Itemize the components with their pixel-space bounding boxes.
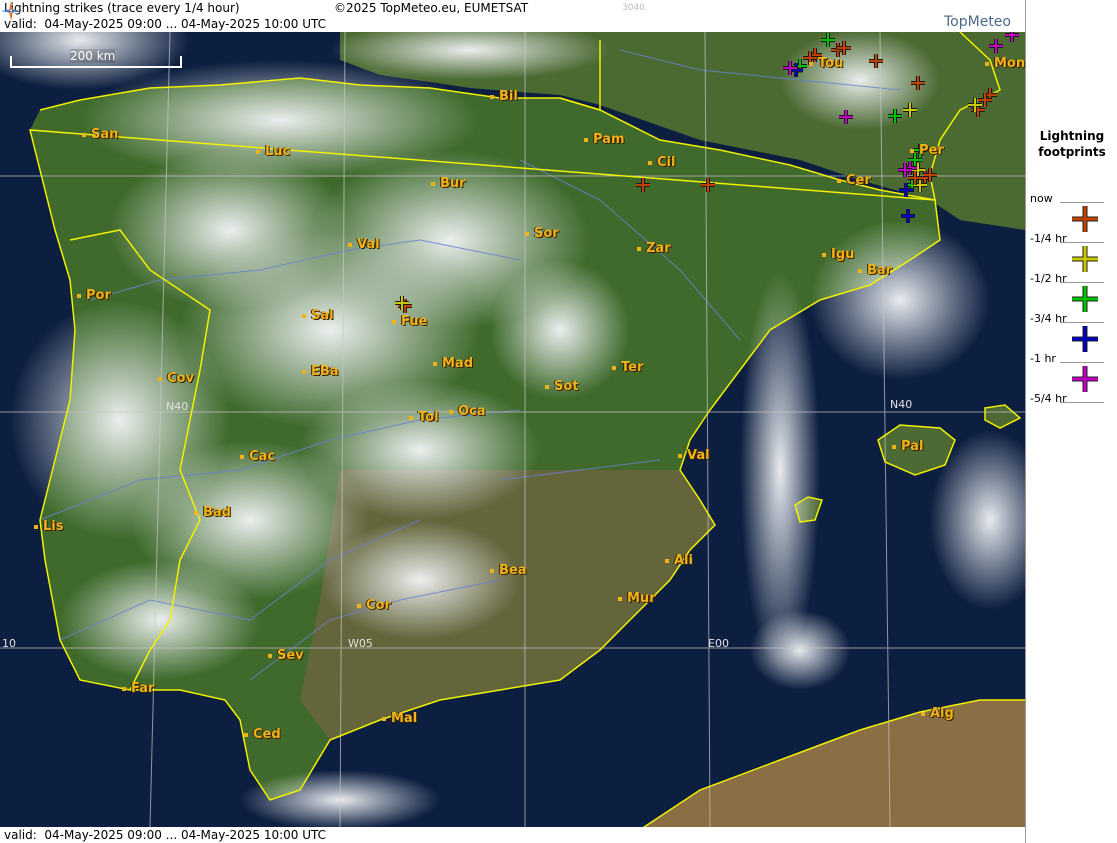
legend-row: -1/2 hr: [1026, 272, 1117, 312]
footer-bar: valid: 04-May-2025 09:00 ... 04-May-2025…: [0, 827, 1025, 843]
city-label: Pam: [584, 132, 625, 147]
city-label: Val: [348, 237, 380, 252]
legend-label: -1/4 hr: [1030, 232, 1067, 245]
city-label: Zar: [637, 241, 671, 256]
scale-bar: 200 km: [10, 49, 182, 68]
header-copyright: ©2025 TopMeteo.eu, EUMETSAT: [334, 1, 529, 15]
city-label: Bil: [490, 89, 518, 104]
legend-title-line1: Lightning: [1039, 129, 1105, 143]
legend-row: -1 hr: [1026, 352, 1117, 392]
city-label: Mur: [618, 591, 656, 606]
legend-row: -1/4 hr: [1026, 232, 1117, 272]
legend-cross-icon: [1072, 366, 1098, 392]
city-label: Oca: [449, 404, 486, 419]
legend-panel: Lightning footprints now -1/4 hr -1/2 hr -3…: [1025, 0, 1117, 843]
grid-label: N40: [166, 400, 189, 413]
legend-row: -3/4 hr: [1026, 312, 1117, 352]
legend-divider: [1060, 402, 1104, 403]
legend-label: now: [1030, 192, 1053, 205]
map-graphic: [0, 0, 1025, 843]
city-label: Mad: [433, 356, 473, 371]
brand-logo[interactable]: TopMeteo: [944, 14, 1011, 30]
city-label: Fue: [392, 314, 427, 329]
city-label: Mal: [382, 711, 417, 726]
city-label: Ali: [665, 553, 693, 568]
legend-title: Lightning footprints: [1026, 128, 1117, 160]
grid-label: 10: [2, 637, 16, 650]
city-label: Alg: [921, 706, 954, 721]
city-label: Mon: [985, 56, 1025, 71]
grid-label: N40: [890, 398, 913, 411]
city-label: Val: [678, 448, 710, 463]
legend-title-line2: footprints: [1038, 145, 1106, 159]
city-label: Ter: [612, 360, 643, 375]
city-label: Cil: [648, 155, 675, 170]
city-label: San: [82, 127, 118, 142]
city-label: Cor: [357, 598, 391, 613]
city-label: Tol: [409, 410, 439, 425]
legend-divider: [1060, 242, 1104, 243]
city-label: Far: [122, 681, 154, 696]
city-label: Bea: [490, 563, 527, 578]
legend-cross-icon: [1072, 206, 1098, 232]
legend-label: -3/4 hr: [1030, 312, 1067, 325]
city-label: EBa: [302, 364, 339, 379]
satellite-map: Lightning strikes (trace every 1/4 hour)…: [0, 0, 1025, 843]
legend-divider: [1060, 362, 1104, 363]
legend-cross-icon: [1072, 286, 1098, 312]
city-label: Lis: [34, 519, 63, 534]
legend-label: -1 hr: [1030, 352, 1056, 365]
legend-cross-icon: [1072, 326, 1098, 352]
city-label: Por: [77, 288, 111, 303]
city-label: Bar: [858, 263, 892, 278]
city-label: Luc: [256, 144, 290, 159]
city-label: Bad: [194, 505, 231, 520]
city-label: Sev: [268, 648, 304, 663]
city-label: Per: [910, 143, 944, 158]
city-label: Bur: [431, 176, 466, 191]
legend-divider: [1060, 202, 1104, 203]
valid-bar: valid: 04-May-2025 09:00 ... 04-May-2025…: [0, 16, 1025, 32]
city-label: Tou: [809, 56, 843, 71]
city-label: Cac: [240, 449, 275, 464]
grid-label: W05: [348, 637, 373, 650]
legend-divider: [1060, 282, 1104, 283]
compass-icon: [1, 1, 21, 21]
scale-label: 200 km: [70, 49, 116, 63]
city-label: Ced: [244, 727, 281, 742]
legend-label: -5/4 hr: [1030, 392, 1067, 405]
grid-label: E00: [708, 637, 729, 650]
city-label: Cer: [837, 173, 871, 188]
city-label: Igu: [822, 247, 854, 262]
legend-divider: [1060, 322, 1104, 323]
header-code: 3040: [622, 3, 645, 13]
legend-cross-icon: [1072, 246, 1098, 272]
header-bar: Lightning strikes (trace every 1/4 hour)…: [0, 0, 1025, 16]
city-label: Cov: [158, 371, 194, 386]
city-label: Sot: [545, 379, 579, 394]
city-label: Sor: [525, 226, 559, 241]
legend-label: -1/2 hr: [1030, 272, 1067, 285]
city-label: Pal: [892, 439, 923, 454]
city-label: Sal: [302, 308, 334, 323]
legend-row: -5/4 hr: [1026, 392, 1117, 432]
header-title: Lightning strikes (trace every 1/4 hour): [4, 1, 240, 15]
valid-time: valid: 04-May-2025 09:00 ... 04-May-2025…: [4, 17, 327, 31]
legend-row: now: [1026, 192, 1117, 232]
footer-valid-time: valid: 04-May-2025 09:00 ... 04-May-2025…: [4, 828, 327, 842]
